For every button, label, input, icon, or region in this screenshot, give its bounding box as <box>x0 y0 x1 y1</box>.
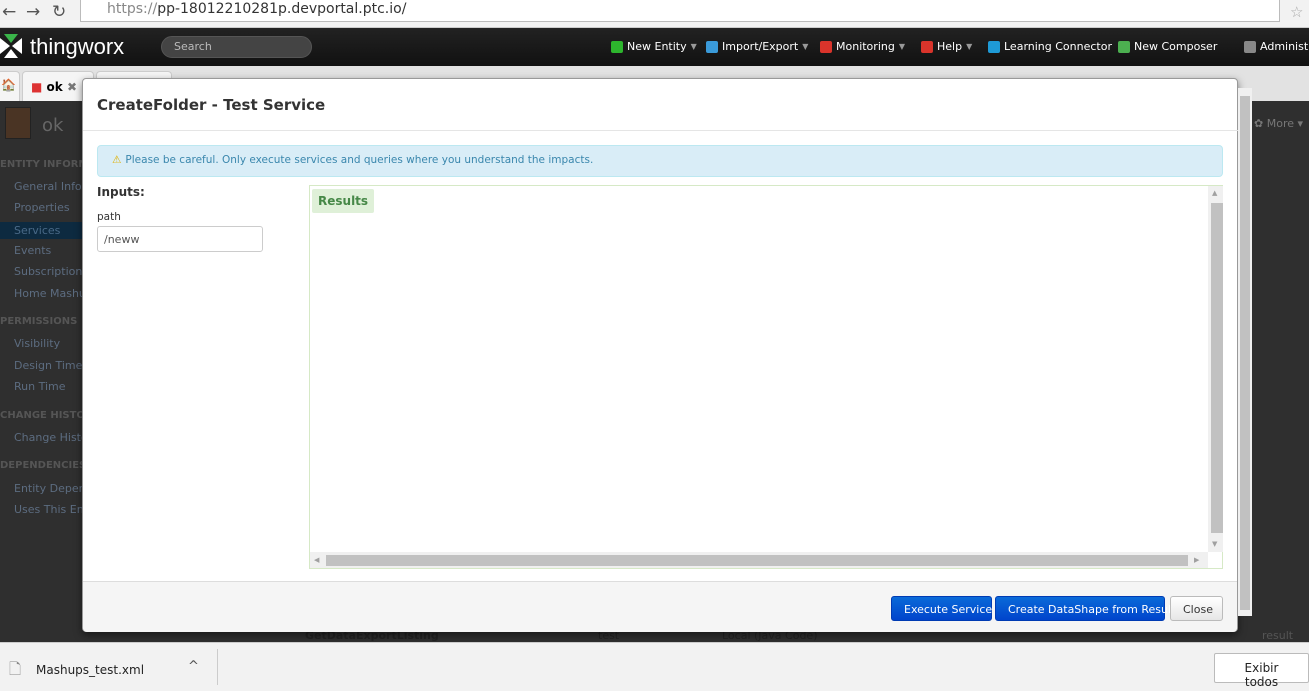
path-label: path <box>97 211 121 223</box>
caret-down-icon: ▼ <box>690 42 697 51</box>
close-tab-icon[interactable]: ✖ <box>67 80 77 94</box>
reload-icon[interactable]: ↻ <box>52 2 66 22</box>
graduation-cap-icon <box>988 40 1000 53</box>
inputs-heading: Inputs: <box>97 185 145 199</box>
caret-down-icon: ▼ <box>802 42 809 51</box>
warning-icon: ⚠ <box>112 154 122 166</box>
results-panel: Results ▲ ▼ ◀ ▶ <box>309 185 1223 569</box>
path-input[interactable] <box>97 226 263 252</box>
close-button[interactable]: Close <box>1170 596 1223 621</box>
sidebar-item[interactable]: Subscriptions <box>0 265 88 278</box>
results-heading: Results <box>312 189 375 213</box>
plus-icon <box>611 40 623 53</box>
user-icon <box>1244 40 1256 53</box>
create-datashape-button[interactable]: Create DataShape from Result <box>995 596 1175 621</box>
download-item[interactable]: Mashups_test.xml <box>36 663 144 677</box>
dialog-title: CreateFolder - Test Service <box>97 96 326 114</box>
thing-icon: ■ <box>31 80 43 94</box>
divider <box>83 130 1239 131</box>
forward-icon[interactable]: → <box>26 2 40 22</box>
toolbox-icon <box>820 40 832 53</box>
download-bar: 🗋 Mashups_test.xml ^ Exibir todos <box>0 642 1309 691</box>
home-icon: 🏠 <box>1 78 16 92</box>
address-bar[interactable]: https://pp-18012210281p.devportal.ptc.io… <box>80 0 1280 22</box>
sidebar-item[interactable]: Visibility <box>0 337 60 350</box>
show-all-button[interactable]: Exibir todos <box>1214 653 1309 689</box>
menu-import-export[interactable]: Import/Export ▼ <box>706 40 808 53</box>
entity-icon <box>5 107 31 139</box>
menu-help[interactable]: Help ▼ <box>921 40 972 53</box>
composer-icon <box>1118 40 1130 53</box>
logo: thingworx <box>30 34 125 59</box>
sidebar-heading: PERMISSIONS <box>0 316 78 327</box>
sidebar-item[interactable]: Properties <box>0 201 70 214</box>
sidebar-item[interactable]: Events <box>0 244 51 257</box>
menu-monitoring[interactable]: Monitoring ▼ <box>820 40 905 53</box>
sidebar-item[interactable]: Run Time <box>0 380 66 393</box>
dialog-scroll-thumb[interactable] <box>1240 96 1250 610</box>
scroll-down-icon[interactable]: ▼ <box>1212 540 1217 548</box>
chevron-up-icon[interactable]: ^ <box>188 659 199 674</box>
results-horizontal-scroll-thumb[interactable] <box>326 555 1188 566</box>
lifebuoy-icon <box>921 40 933 53</box>
menu-learning-connector[interactable]: Learning Connector <box>988 40 1112 53</box>
menu-new-entity[interactable]: New Entity ▼ <box>611 40 697 53</box>
menu-administra[interactable]: Administra <box>1244 40 1309 53</box>
top-navigation: thingworx Search New Entity ▼ Import/Expor… <box>0 28 1309 66</box>
import-export-icon <box>706 40 718 53</box>
file-icon: 🗋 <box>9 660 22 678</box>
caret-down-icon: ▼ <box>966 42 973 51</box>
menu-new-composer[interactable]: New Composer <box>1118 40 1217 53</box>
sidebar-item[interactable]: Design Time <box>0 359 82 372</box>
home-tab[interactable]: 🏠 <box>0 71 20 101</box>
thingworx-logo-icon <box>0 34 22 58</box>
search-input[interactable]: Search <box>161 36 312 58</box>
divider <box>217 649 218 685</box>
dialog-footer: Execute Service Create DataShape from Re… <box>83 581 1237 632</box>
sidebar-item[interactable]: Home Mashup <box>0 287 93 300</box>
caret-down-icon: ▼ <box>898 42 905 51</box>
browser-toolbar: ← → ↻ https://pp-18012210281p.devportal.… <box>0 0 1309 28</box>
back-icon[interactable]: ← <box>2 2 16 22</box>
sidebar-heading: DEPENDENCIES <box>0 460 87 471</box>
bookmark-star-icon[interactable]: ☆ <box>1290 3 1303 21</box>
scroll-up-icon[interactable]: ▲ <box>1212 189 1217 197</box>
execute-service-button[interactable]: Execute Service <box>891 596 992 621</box>
test-service-dialog: CreateFolder - Test Service ⚠ Please be c… <box>82 78 1239 632</box>
more-menu[interactable]: ✿ More ▾ <box>1254 117 1303 130</box>
sidebar-item[interactable]: Services <box>0 222 82 239</box>
scroll-left-icon[interactable]: ◀ <box>314 556 319 564</box>
entity-name: ok <box>42 115 64 136</box>
results-vertical-scroll-thumb[interactable] <box>1211 203 1223 533</box>
scroll-right-icon[interactable]: ▶ <box>1194 556 1199 564</box>
warning-alert: ⚠ Please be careful. Only execute service… <box>97 145 1223 177</box>
